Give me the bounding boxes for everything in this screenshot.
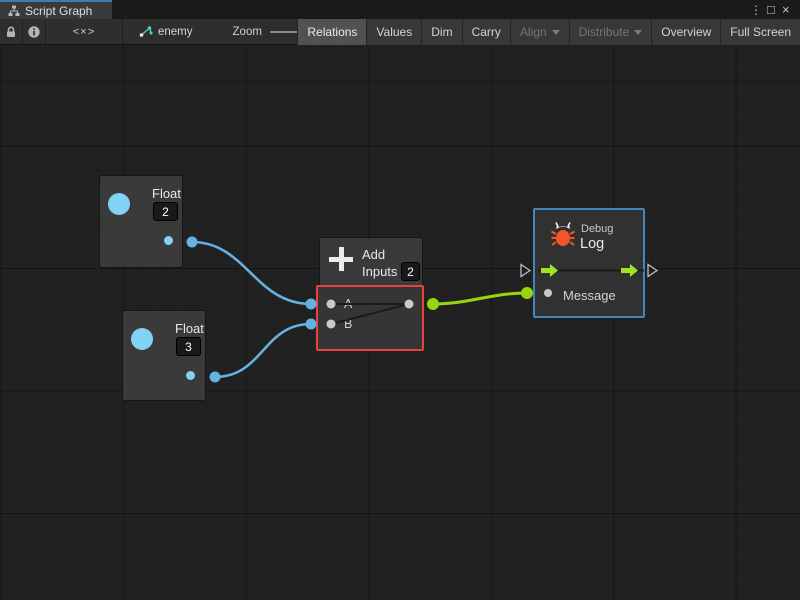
message-port-label: Message (563, 288, 616, 303)
dropdown-caret-icon (634, 30, 642, 35)
overview-button[interactable]: Overview (651, 19, 720, 45)
float-icon (108, 193, 130, 215)
tab-title: Script Graph (25, 4, 92, 18)
relations-button[interactable]: Relations (297, 19, 366, 45)
node-category: Debug (581, 223, 613, 235)
window-menu-icon[interactable]: ⋮ (750, 0, 764, 19)
inputs-label: Inputs (362, 264, 397, 279)
zoom-label: Zoom (233, 26, 262, 38)
add-node-ports-highlighted[interactable]: A B (316, 285, 424, 351)
carry-button[interactable]: Carry (462, 19, 510, 45)
info-icon (27, 25, 41, 39)
code-x-icon: <×> (73, 26, 95, 38)
inputs-count-field[interactable]: 2 (401, 262, 420, 281)
lock-button[interactable] (0, 19, 23, 44)
float-value-field[interactable]: 2 (153, 202, 178, 221)
add-icon (329, 247, 353, 271)
fullscreen-button[interactable]: Full Screen (720, 19, 800, 45)
dim-button[interactable]: Dim (421, 19, 461, 45)
code-x-button[interactable]: <×> (46, 19, 123, 44)
port-a-label: A (344, 297, 352, 311)
graph-canvas[interactable]: Float 2 Float 3 Add Inputs 2 A B (0, 45, 800, 600)
align-button[interactable]: Align (510, 19, 569, 45)
graph-hierarchy-icon (8, 5, 20, 17)
toolbar-buttons: Relations Values Dim Carry Align Distrib… (297, 19, 800, 45)
node-title: Float (175, 321, 204, 336)
script-graph-window: Script Graph ⋮ □ × <×> (0, 0, 800, 600)
float-icon (131, 328, 153, 350)
tab-bar: Script Graph ⋮ □ × (0, 0, 800, 19)
node-title: Float (152, 186, 181, 201)
debug-log-node[interactable]: Debug Log Message (533, 208, 645, 318)
distribute-button[interactable]: Distribute (569, 19, 652, 45)
dropdown-caret-icon (552, 30, 560, 35)
float-node-1[interactable]: Float 2 (100, 176, 182, 267)
inspector-button[interactable] (23, 19, 46, 44)
window-maximize-icon[interactable]: □ (767, 0, 783, 19)
graph-reference[interactable]: enemy (123, 19, 205, 44)
graph-toolbar: <×> enemy Zoom 1x Relations Values Dim C… (0, 19, 800, 45)
add-node-header[interactable]: Add Inputs 2 (320, 238, 422, 287)
node-title: Log (580, 236, 604, 252)
float-value-field[interactable]: 3 (176, 337, 201, 356)
graph-node-icon (139, 25, 153, 38)
tab-script-graph[interactable]: Script Graph (0, 0, 112, 19)
lock-icon (4, 25, 18, 39)
debug-bug-icon (551, 221, 575, 249)
port-b-label: B (344, 317, 352, 331)
values-button[interactable]: Values (366, 19, 421, 45)
node-title: Add (362, 247, 385, 262)
window-close-icon[interactable]: × (782, 0, 798, 19)
graph-name: enemy (158, 26, 193, 38)
float-node-2[interactable]: Float 3 (123, 311, 205, 400)
